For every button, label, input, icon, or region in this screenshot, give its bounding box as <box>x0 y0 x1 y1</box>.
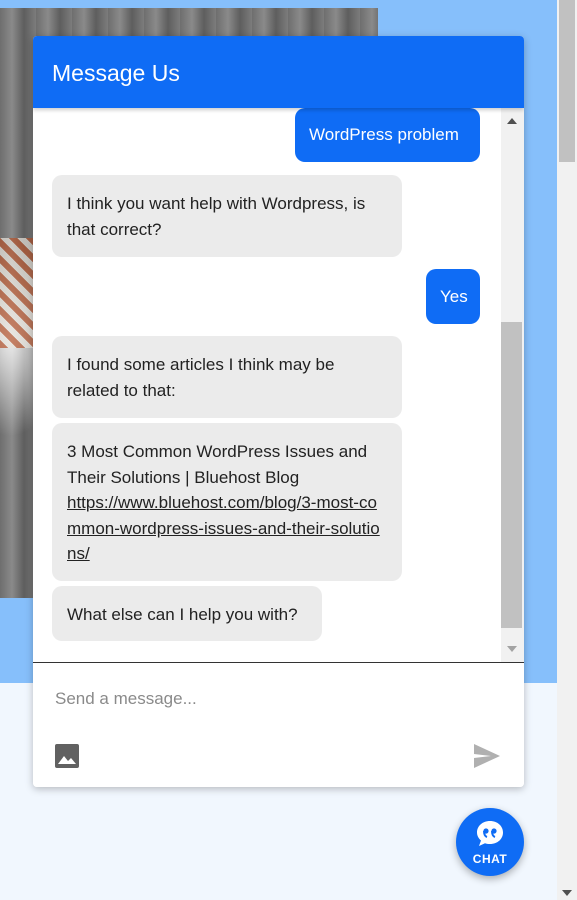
article-link[interactable]: https://www.bluehost.com/blog/3-most-com… <box>67 493 380 563</box>
message-text: I think you want help with Wordpress, is… <box>67 194 366 239</box>
message-list-scrollbar-thumb[interactable] <box>501 322 522 628</box>
message-list-scrollbar[interactable] <box>501 108 524 662</box>
bot-message: What else can I help you with? <box>52 586 322 641</box>
bot-article-message: 3 Most Common WordPress Issues and Their… <box>52 423 402 581</box>
chat-header: Message Us <box>33 36 524 108</box>
scroll-down-icon[interactable] <box>507 646 517 652</box>
page-scrollbar[interactable] <box>557 0 577 900</box>
message-input[interactable] <box>53 685 477 713</box>
user-message: Yes <box>426 269 480 324</box>
chat-launcher-label: CHAT <box>472 852 508 866</box>
bot-message: I think you want help with Wordpress, is… <box>52 175 402 257</box>
send-icon[interactable] <box>473 743 501 769</box>
scroll-up-icon[interactable] <box>507 118 517 124</box>
page-scroll-down-icon[interactable] <box>562 890 572 896</box>
image-icon[interactable] <box>55 744 79 768</box>
message-text: WordPress problem <box>309 125 459 144</box>
composer <box>33 662 524 787</box>
message-list: WordPress problem I think you want help … <box>33 108 501 662</box>
chat-quote-icon <box>477 821 503 846</box>
chat-widget: Message Us WordPress problem I think you… <box>33 36 524 787</box>
article-title: 3 Most Common WordPress Issues and Their… <box>67 442 368 487</box>
chat-title: Message Us <box>52 60 180 86</box>
message-text: What else can I help you with? <box>67 605 298 624</box>
bot-message: I found some articles I think may be rel… <box>52 336 402 418</box>
message-text: I found some articles I think may be rel… <box>67 355 335 400</box>
message-text: Yes <box>440 287 468 306</box>
chat-launcher-button[interactable]: CHAT <box>456 808 524 876</box>
user-message: WordPress problem <box>295 108 480 162</box>
page-scrollbar-thumb[interactable] <box>559 0 575 162</box>
